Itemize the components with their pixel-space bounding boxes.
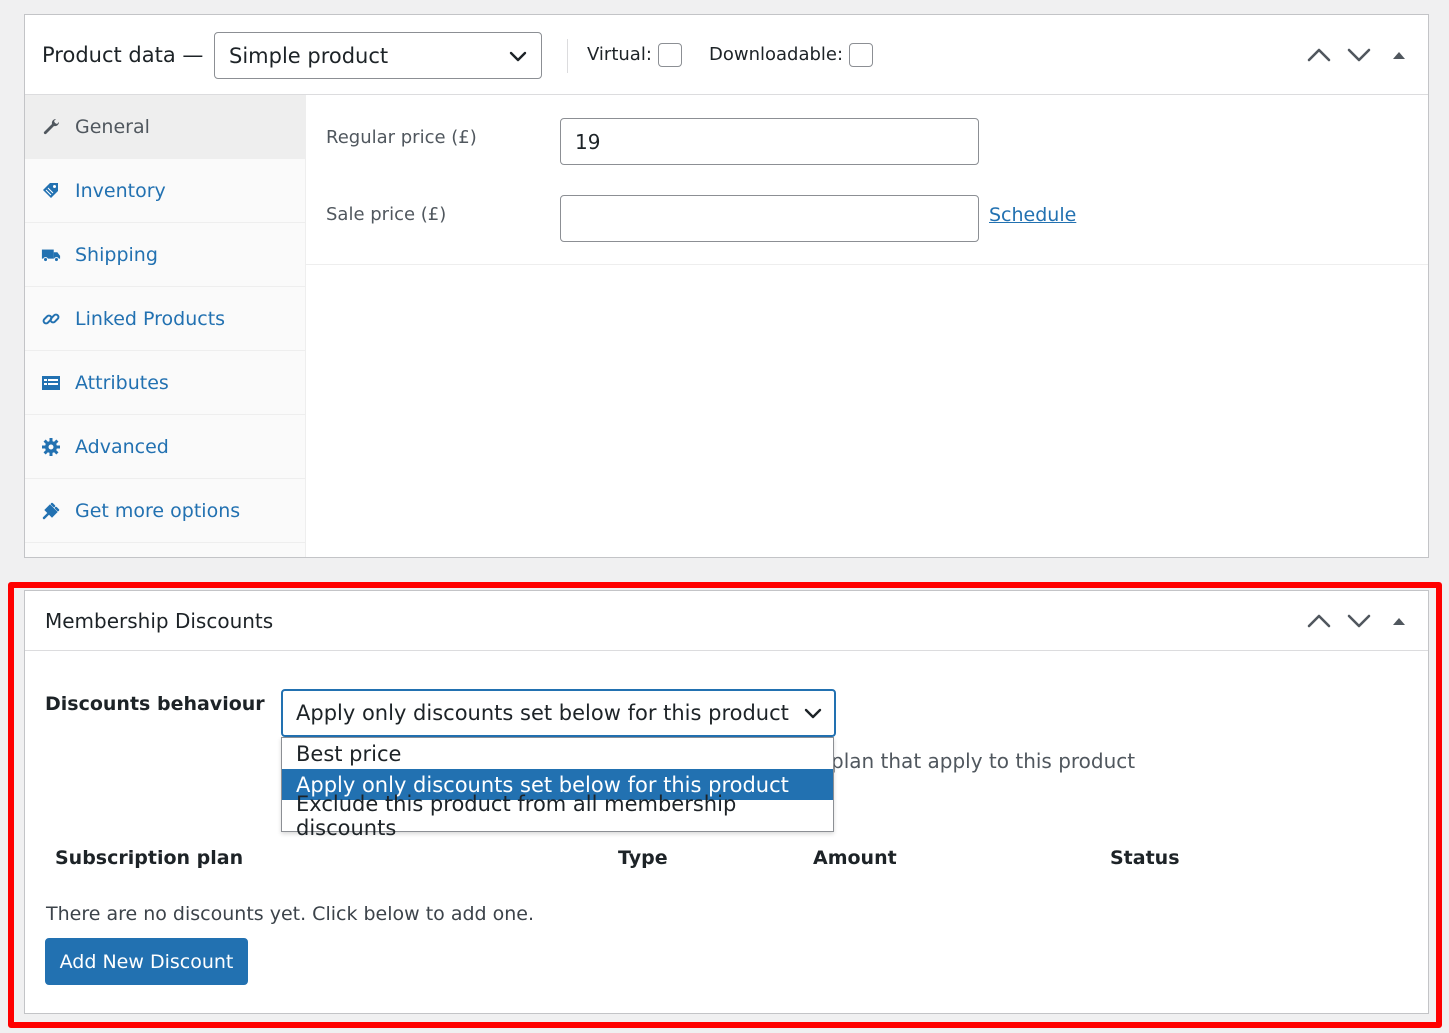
tab-linked-products[interactable]: Linked Products [25, 287, 305, 351]
tab-attributes[interactable]: Attributes [25, 351, 305, 415]
virtual-label: Virtual: [587, 44, 652, 65]
panel-controls [1306, 15, 1412, 94]
header-divider [567, 39, 568, 73]
tab-general-label: General [75, 115, 150, 138]
regular-price-label: Regular price (£) [326, 127, 477, 148]
downloadable-checkbox[interactable] [849, 42, 874, 67]
regular-price-input[interactable]: 19 [560, 118, 979, 165]
product-data-tabs: General Inventory Shipping Linked Produc… [25, 95, 306, 557]
tab-get-more-options[interactable]: Get more options [25, 479, 305, 543]
collapse-toggle-icon[interactable] [1386, 42, 1412, 68]
chevron-down-icon [509, 51, 527, 61]
product-type-value: Simple product [229, 43, 389, 68]
move-down-icon[interactable] [1346, 42, 1372, 68]
tab-get-more-options-label: Get more options [75, 499, 241, 522]
tab-inventory-label: Inventory [75, 179, 166, 202]
tab-general[interactable]: General [25, 95, 305, 159]
tab-advanced[interactable]: Advanced [25, 415, 305, 479]
sale-price-input[interactable] [560, 195, 979, 242]
link-icon [41, 309, 61, 329]
wrench-icon [41, 117, 61, 137]
virtual-checkbox[interactable] [657, 42, 682, 67]
downloadable-label: Downloadable: [709, 44, 844, 65]
tab-linked-products-label: Linked Products [75, 307, 226, 330]
plugin-icon [41, 501, 61, 521]
general-pricing-section: Regular price (£) 19 Sale price (£) Sche… [306, 95, 1428, 265]
product-type-select[interactable]: Simple product [214, 32, 542, 79]
truck-icon [41, 245, 61, 265]
schedule-link[interactable]: Schedule [989, 204, 1076, 226]
gear-icon [41, 437, 61, 457]
sale-price-label: Sale price (£) [326, 204, 447, 225]
list-icon [41, 373, 61, 393]
tab-attributes-label: Attributes [75, 371, 169, 394]
tab-shipping[interactable]: Shipping [25, 223, 305, 287]
tab-inventory[interactable]: Inventory [25, 159, 305, 223]
highlight-frame [8, 582, 1442, 1028]
tab-advanced-label: Advanced [75, 435, 169, 458]
product-data-title: Product data — [42, 42, 204, 67]
product-data-header: Product data — Simple product Virtual: D… [25, 15, 1428, 95]
tag-icon [41, 181, 61, 201]
product-data-panel: Product data — Simple product Virtual: D… [24, 14, 1429, 558]
move-up-icon[interactable] [1306, 42, 1332, 68]
tab-shipping-label: Shipping [75, 243, 158, 266]
